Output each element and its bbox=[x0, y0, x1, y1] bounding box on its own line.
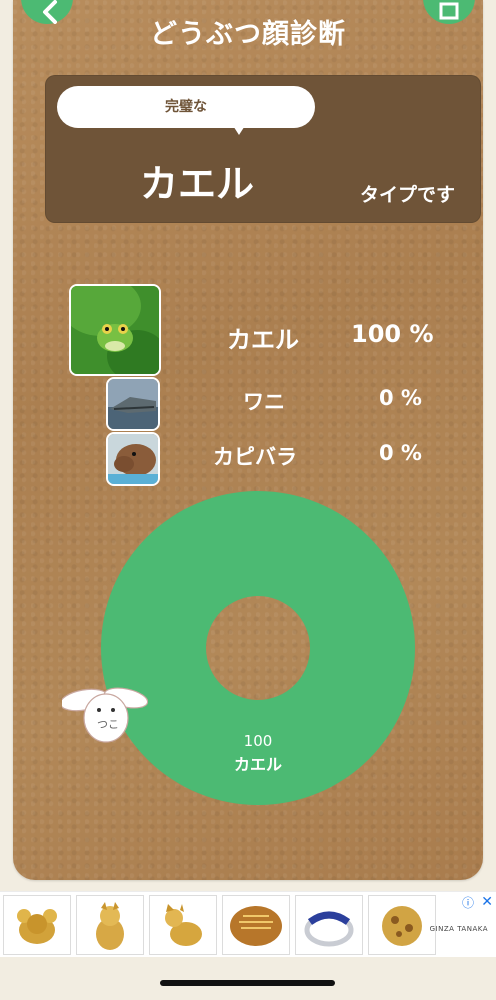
rank-2-name: ワニ bbox=[243, 390, 285, 414]
ad-item-6[interactable] bbox=[368, 895, 436, 955]
bubble-text: 完璧な bbox=[165, 99, 207, 115]
donut-chart: 100 カエル bbox=[101, 491, 415, 805]
result-chart: 100 カエル bbox=[98, 490, 418, 806]
rank-3-percent: 0 % bbox=[379, 441, 422, 465]
donut-value-label-1: 100 bbox=[244, 732, 273, 750]
result-type-suffix: タイプです bbox=[359, 184, 455, 206]
gold-bread-icon bbox=[230, 906, 282, 946]
crocodile-photo bbox=[106, 377, 160, 431]
gold-ornament-icon bbox=[382, 906, 422, 946]
ad-item-5[interactable] bbox=[295, 895, 363, 955]
rank-3-name: カピバラ bbox=[213, 445, 297, 469]
dog-figurine-icon bbox=[96, 902, 124, 950]
home-indicator[interactable] bbox=[160, 980, 335, 986]
cat-figurine-icon bbox=[165, 904, 202, 946]
rank-1-name: カエル bbox=[227, 326, 299, 354]
capybara-image-icon bbox=[108, 434, 158, 484]
result-card: どうぶつ顔診断 完璧な カエル タイプです カエル 100 % ワニ 0 % カ… bbox=[13, 0, 483, 880]
rank-1-percent: 100 % bbox=[351, 320, 434, 348]
ad-brand: GINZA TANAKA bbox=[429, 925, 488, 933]
capybara-photo bbox=[106, 432, 160, 486]
ad-banner[interactable]: ⓘ ✕ GINZA TANAKA bbox=[0, 891, 496, 957]
info-icon[interactable]: ⓘ bbox=[462, 894, 474, 911]
mouse-figurine-icon bbox=[17, 909, 57, 944]
speech-bubble: 完璧な bbox=[57, 86, 315, 128]
svg-text:つこ: つこ bbox=[97, 718, 119, 731]
frog-photo bbox=[69, 284, 161, 376]
result-animal-name: カエル bbox=[140, 162, 255, 206]
speech-bubble-tail bbox=[230, 121, 248, 135]
result-box: 完璧な カエル タイプです bbox=[45, 75, 481, 223]
ad-item-2[interactable] bbox=[76, 895, 144, 955]
ad-item-4[interactable] bbox=[222, 895, 290, 955]
rank-2-percent: 0 % bbox=[379, 386, 422, 410]
ad-item-3[interactable] bbox=[149, 895, 217, 955]
mascot-character-icon: つこ bbox=[62, 687, 148, 743]
sapphire-ring-icon bbox=[304, 911, 354, 947]
donut-category-label-1: カエル bbox=[234, 755, 282, 774]
app-title: どうぶつ顔診断 bbox=[150, 19, 346, 50]
close-icon[interactable]: ✕ bbox=[481, 894, 493, 910]
crocodile-image-icon bbox=[108, 379, 158, 429]
frog-image-icon bbox=[71, 286, 159, 374]
ad-item-1[interactable] bbox=[3, 895, 71, 955]
